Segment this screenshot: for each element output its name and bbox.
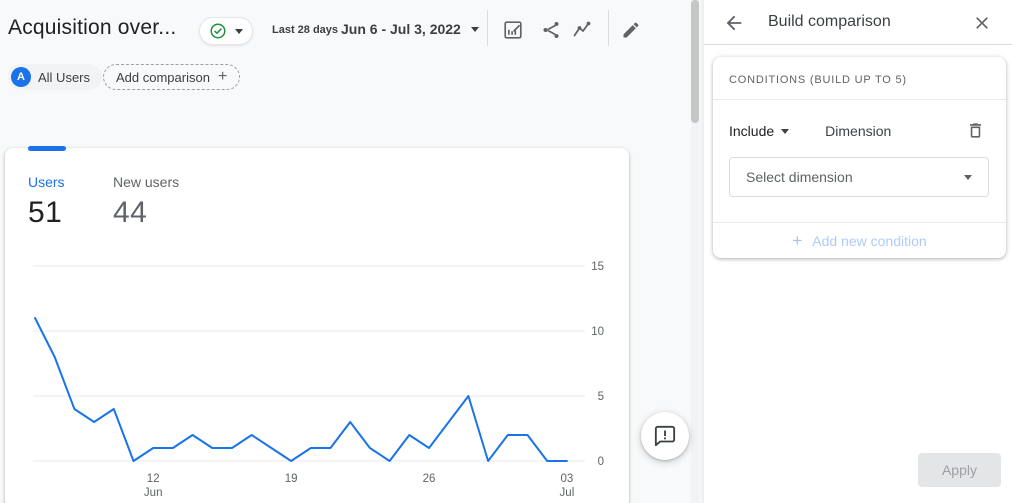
main-content: Acquisition over... Last 28 days Jun 6 -… bbox=[0, 0, 703, 503]
caret-down-icon bbox=[235, 29, 243, 34]
segment-chip-all-users[interactable]: A All Users bbox=[8, 64, 102, 90]
metric-label: New users bbox=[113, 174, 179, 190]
metric-label: Users bbox=[28, 174, 65, 190]
close-panel-button[interactable] bbox=[970, 11, 994, 35]
metric-tab-users[interactable]: Users 51 bbox=[28, 174, 65, 230]
y-axis-tick-label: 0 bbox=[598, 456, 604, 468]
panel-header: Build comparison bbox=[704, 0, 1012, 45]
metric-value: 51 bbox=[28, 196, 65, 230]
y-axis-tick-label: 10 bbox=[591, 326, 604, 338]
report-status-dropdown[interactable] bbox=[199, 17, 253, 45]
scrollbar-thumb[interactable] bbox=[691, 0, 699, 123]
share-button[interactable] bbox=[538, 17, 564, 43]
x-axis-tick-label: 03 bbox=[561, 473, 574, 485]
add-new-condition-button[interactable]: + Add new condition bbox=[713, 223, 1006, 258]
date-range-picker[interactable]: Jun 6 - Jul 3, 2022 bbox=[341, 15, 479, 43]
x-axis-tick-label: 12 bbox=[147, 473, 160, 485]
close-icon bbox=[972, 13, 992, 33]
edit-button[interactable] bbox=[618, 17, 644, 43]
vertical-scrollbar[interactable] bbox=[691, 0, 699, 503]
date-preset-label: Last 28 days bbox=[272, 24, 338, 36]
plus-icon: + bbox=[218, 69, 227, 85]
select-dimension-dropdown[interactable]: Select dimension bbox=[729, 157, 989, 197]
include-label: Include bbox=[729, 123, 774, 139]
check-circle-icon bbox=[209, 22, 227, 40]
plus-icon: + bbox=[792, 231, 802, 251]
metric-tab-new-users[interactable]: New users 44 bbox=[113, 174, 179, 230]
acquisition-overview-card: 0 5 10 15 12 Jun 19 26 03 Jul Users 51 New users … bbox=[5, 148, 629, 503]
insights-icon bbox=[571, 18, 595, 42]
dimension-label: Dimension bbox=[825, 123, 891, 139]
edit-chart-icon bbox=[502, 19, 524, 41]
build-comparison-panel: Build comparison CONDITIONS (BUILD UP TO… bbox=[703, 0, 1012, 503]
users-trend-chart: 0 5 10 15 12 Jun 19 26 03 Jul bbox=[5, 148, 629, 503]
metric-value: 44 bbox=[113, 196, 179, 230]
toolbar-divider bbox=[608, 10, 609, 46]
page-title: Acquisition over... bbox=[8, 16, 176, 40]
condition-row: Include Dimension bbox=[729, 123, 891, 139]
share-icon bbox=[540, 19, 562, 41]
x-axis-tick-sublabel: Jun bbox=[144, 487, 163, 499]
panel-title: Build comparison bbox=[768, 13, 891, 31]
delete-condition-button[interactable] bbox=[966, 121, 986, 141]
conditions-card: CONDITIONS (BUILD UP TO 5) Include Dimen… bbox=[713, 57, 1006, 258]
customize-report-button[interactable] bbox=[500, 17, 526, 43]
segment-label: All Users bbox=[38, 70, 90, 85]
trash-icon bbox=[966, 121, 985, 140]
avatar: A bbox=[11, 67, 31, 87]
caret-down-icon bbox=[964, 175, 972, 180]
include-dropdown[interactable]: Include bbox=[729, 123, 789, 139]
apply-button[interactable]: Apply bbox=[918, 453, 1001, 487]
toolbar-divider bbox=[487, 10, 488, 46]
users-trend-line bbox=[35, 318, 567, 461]
caret-down-icon bbox=[471, 27, 479, 32]
divider bbox=[713, 99, 1006, 100]
back-button[interactable] bbox=[722, 11, 746, 35]
date-range-value: Jun 6 - Jul 3, 2022 bbox=[341, 21, 461, 37]
add-comparison-button[interactable]: Add comparison + bbox=[103, 64, 240, 90]
x-axis-tick-sublabel: Jul bbox=[560, 487, 575, 499]
y-axis-tick-label: 5 bbox=[598, 391, 604, 403]
select-dimension-placeholder: Select dimension bbox=[746, 169, 853, 185]
add-comparison-label: Add comparison bbox=[116, 70, 210, 85]
caret-down-icon bbox=[781, 129, 789, 134]
conditions-header: CONDITIONS (BUILD UP TO 5) bbox=[729, 74, 907, 86]
pencil-icon bbox=[621, 20, 641, 40]
insights-button[interactable] bbox=[570, 17, 596, 43]
x-axis-tick-label: 19 bbox=[285, 473, 298, 485]
x-axis-tick-label: 26 bbox=[423, 473, 436, 485]
feedback-icon bbox=[654, 425, 676, 447]
back-arrow-icon bbox=[723, 12, 745, 34]
y-axis-tick-label: 15 bbox=[591, 261, 604, 273]
feedback-button[interactable] bbox=[641, 412, 689, 460]
add-condition-label: Add new condition bbox=[812, 233, 926, 249]
